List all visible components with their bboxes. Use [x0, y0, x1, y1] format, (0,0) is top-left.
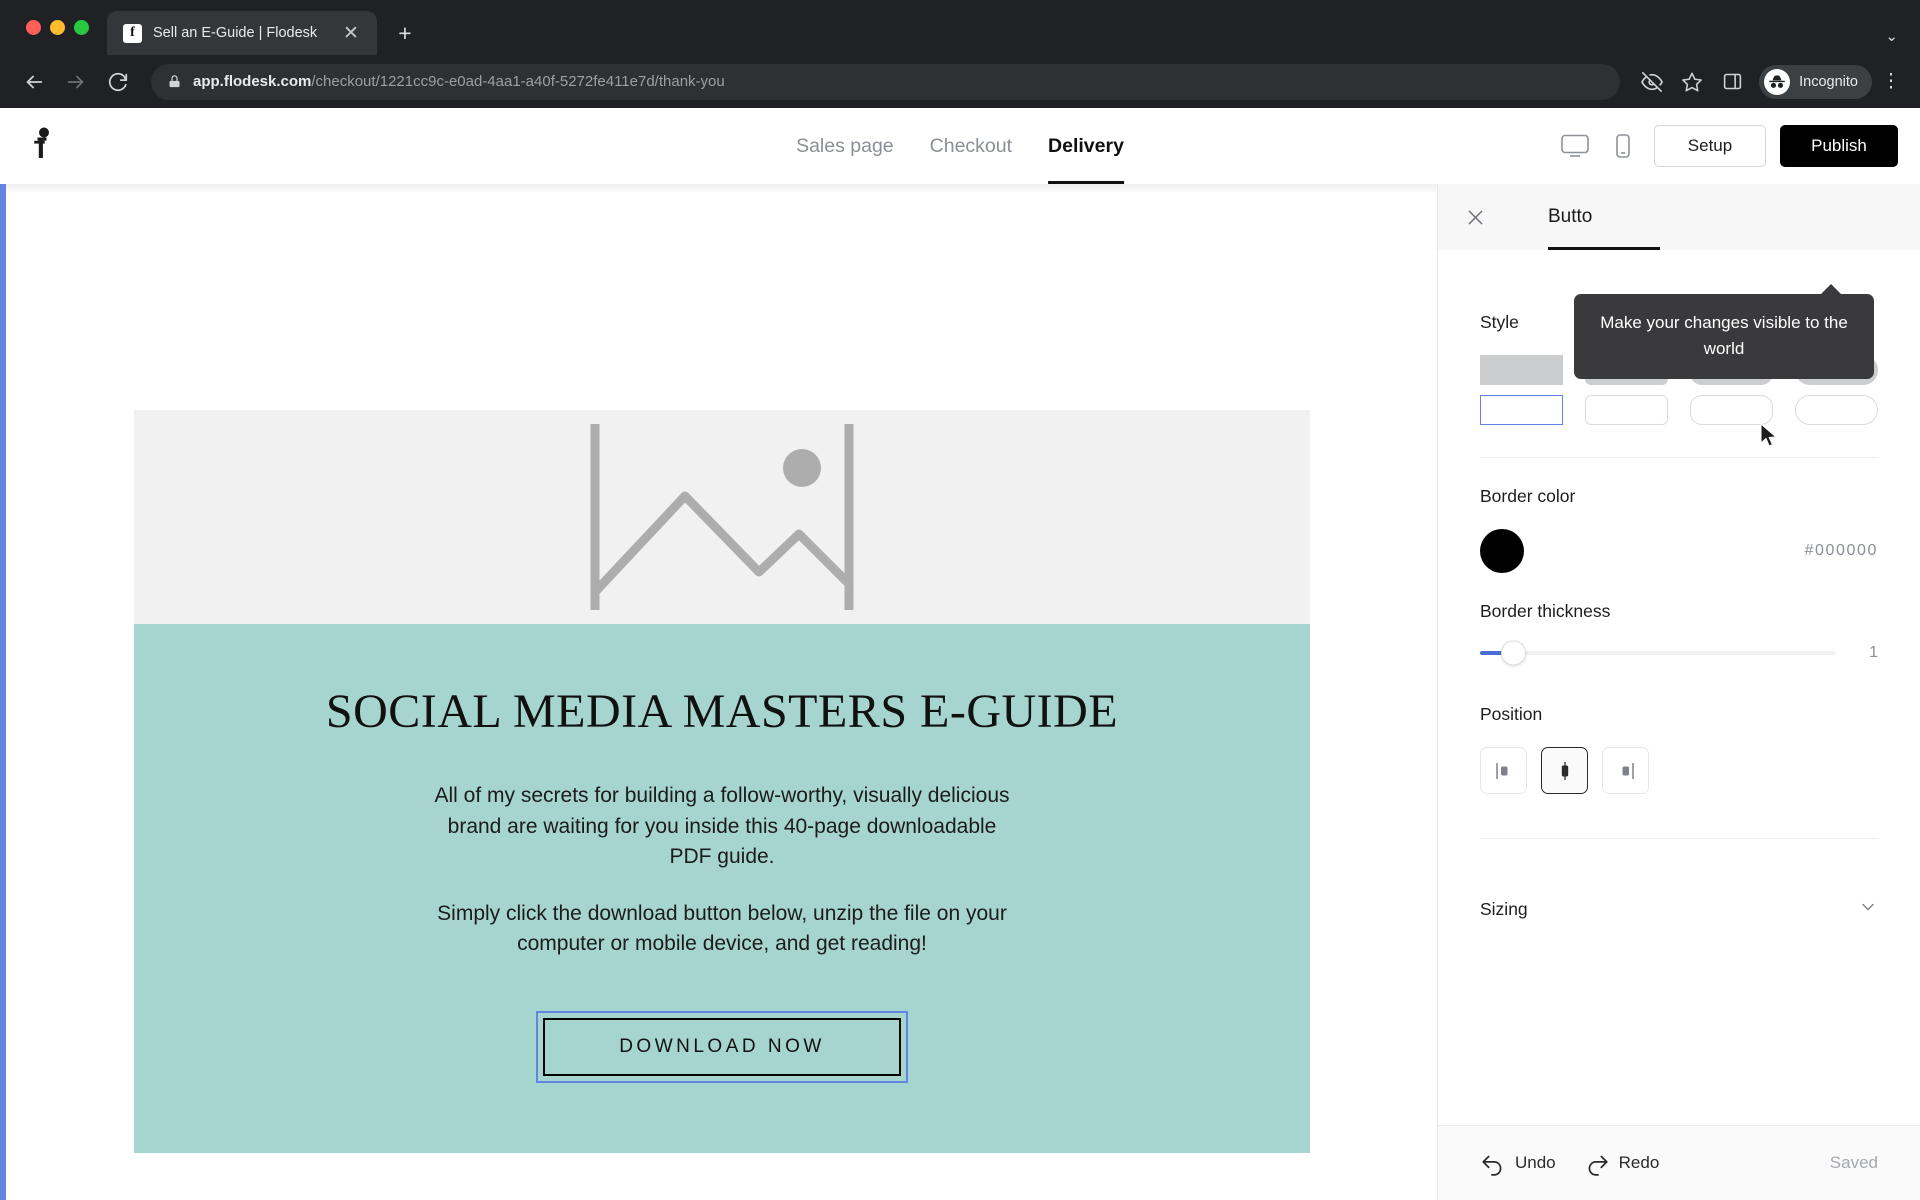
- style-swatch-outline-square[interactable]: [1480, 395, 1563, 425]
- style-swatch-outline-rounded-sm[interactable]: [1585, 395, 1668, 425]
- mobile-icon[interactable]: [1606, 127, 1640, 165]
- redo-label: Redo: [1618, 1153, 1660, 1172]
- canvas-selection-outline: [0, 184, 6, 1200]
- nav-item-sales-page[interactable]: Sales page: [796, 108, 894, 184]
- close-window-button[interactable]: [26, 20, 41, 35]
- app-header: Sales page Checkout Delivery Setup Publi…: [0, 108, 1920, 184]
- canvas-top-edge: [6, 184, 1437, 192]
- incognito-icon: [1764, 68, 1791, 95]
- tab-button[interactable]: Butto: [1548, 184, 1661, 250]
- back-button[interactable]: [16, 64, 52, 100]
- position-section: Position: [1480, 662, 1878, 794]
- border-color-hex-value[interactable]: #000000: [1805, 542, 1879, 560]
- browser-menu-button[interactable]: ⋮: [1878, 72, 1904, 91]
- undo-button[interactable]: Undo: [1480, 1150, 1556, 1176]
- style-swatch-outline-rounded-md[interactable]: [1690, 395, 1773, 425]
- browser-toolbar: app.flodesk.com/checkout/1221cc9c-e0ad-4…: [0, 55, 1920, 108]
- url-path: /checkout/1221cc9c-e0ad-4aa1-a40f-5272fe…: [311, 73, 725, 90]
- desktop-icon[interactable]: [1558, 127, 1592, 165]
- url-domain: app.flodesk.com: [193, 73, 312, 90]
- panel-body: Style Border color #000000 Border thickn…: [1438, 250, 1920, 1125]
- lock-icon: [167, 74, 182, 89]
- save-status: Saved: [1829, 1153, 1878, 1172]
- setup-button[interactable]: Setup: [1654, 125, 1766, 167]
- style-swatch-outline-pill[interactable]: [1795, 395, 1878, 425]
- position-right-button[interactable]: [1602, 747, 1649, 794]
- panel-header: Butto: [1438, 184, 1920, 250]
- star-icon[interactable]: [1675, 65, 1709, 99]
- app-nav: Sales page Checkout Delivery: [796, 108, 1124, 184]
- hero-image-placeholder[interactable]: [134, 410, 1310, 624]
- app-header-actions: Setup Publish: [1558, 125, 1898, 167]
- sizing-label: Sizing: [1480, 899, 1528, 919]
- sizing-section[interactable]: Sizing: [1480, 839, 1878, 922]
- browser-chrome: f Sell an E-Guide | Flodesk ✕ + ⌄ app.fl…: [0, 0, 1920, 108]
- download-button-selection: DOWNLOAD NOW: [536, 1011, 908, 1084]
- flodesk-logo-icon[interactable]: [28, 126, 68, 167]
- undo-label: Undo: [1515, 1153, 1556, 1172]
- address-bar-url: app.flodesk.com/checkout/1221cc9c-e0ad-4…: [193, 73, 725, 90]
- border-color-section: Border color #000000: [1480, 458, 1878, 573]
- publish-tooltip: Make your changes visible to the world: [1574, 284, 1874, 379]
- download-now-button[interactable]: DOWNLOAD NOW: [543, 1018, 901, 1077]
- delivery-page-content: SOCIAL MEDIA MASTERS E-GUIDE All of my s…: [134, 410, 1310, 1200]
- delivery-card: SOCIAL MEDIA MASTERS E-GUIDE All of my s…: [134, 624, 1310, 1154]
- position-options: [1480, 747, 1878, 794]
- border-color-swatch[interactable]: [1480, 529, 1524, 573]
- sizing-row[interactable]: Sizing: [1480, 897, 1878, 922]
- border-thickness-slider[interactable]: [1480, 640, 1836, 666]
- incognito-label: Incognito: [1799, 73, 1858, 90]
- browser-tab-title: Sell an E-Guide | Flodesk: [153, 25, 318, 41]
- position-center-button[interactable]: [1541, 747, 1588, 794]
- publish-button[interactable]: Publish: [1780, 125, 1898, 167]
- border-color-label: Border color: [1480, 486, 1576, 506]
- page-canvas[interactable]: SOCIAL MEDIA MASTERS E-GUIDE All of my s…: [0, 184, 1437, 1200]
- maximize-window-button[interactable]: [74, 20, 89, 35]
- eye-off-icon[interactable]: [1635, 65, 1669, 99]
- minimize-window-button[interactable]: [50, 20, 65, 35]
- browser-tab[interactable]: f Sell an E-Guide | Flodesk ✕: [107, 11, 377, 55]
- forward-button[interactable]: [58, 64, 94, 100]
- nav-item-checkout[interactable]: Checkout: [930, 108, 1012, 184]
- border-thickness-value: 1: [1869, 644, 1878, 661]
- slider-thumb[interactable]: [1501, 640, 1527, 666]
- close-tab-button[interactable]: ✕: [337, 19, 365, 47]
- window-traffic-lights: [18, 0, 107, 55]
- undo-icon: [1480, 1150, 1506, 1176]
- side-panel-icon[interactable]: [1715, 65, 1749, 99]
- chevron-down-icon[interactable]: [1858, 897, 1878, 922]
- flodesk-f-icon: f: [123, 23, 142, 43]
- incognito-profile-chip[interactable]: Incognito: [1759, 64, 1872, 99]
- tab-list-chevron-icon[interactable]: ⌄: [1885, 27, 1920, 45]
- address-bar[interactable]: app.flodesk.com/checkout/1221cc9c-e0ad-4…: [151, 63, 1621, 100]
- redo-icon: [1584, 1150, 1610, 1176]
- redo-button[interactable]: Redo: [1584, 1150, 1660, 1176]
- flodesk-app: Sales page Checkout Delivery Setup Publi…: [0, 108, 1920, 1200]
- reload-button[interactable]: [100, 64, 136, 100]
- border-thickness-label: Border thickness: [1480, 601, 1611, 621]
- position-left-button[interactable]: [1480, 747, 1527, 794]
- nav-item-delivery[interactable]: Delivery: [1048, 108, 1124, 184]
- card-body-paragraph-1: All of my secrets for building a follow-…: [434, 784, 1010, 869]
- close-icon[interactable]: [1460, 202, 1490, 232]
- card-body-paragraph-2: Simply click the download button below, …: [437, 901, 1007, 955]
- style-swatch-filled-square[interactable]: [1480, 355, 1563, 385]
- tab-strip: f Sell an E-Guide | Flodesk ✕ + ⌄: [0, 0, 1920, 55]
- position-label: Position: [1480, 704, 1543, 724]
- border-thickness-section: Border thickness 1: [1480, 573, 1878, 666]
- canvas-scroll-area[interactable]: SOCIAL MEDIA MASTERS E-GUIDE All of my s…: [6, 192, 1437, 1200]
- border-thickness-row: 1: [1480, 640, 1878, 666]
- card-title: SOCIAL MEDIA MASTERS E-GUIDE: [325, 685, 1119, 738]
- panel-footer: Undo Redo Saved: [1438, 1125, 1920, 1200]
- border-color-row: #000000: [1480, 529, 1878, 573]
- new-tab-button[interactable]: +: [391, 19, 419, 47]
